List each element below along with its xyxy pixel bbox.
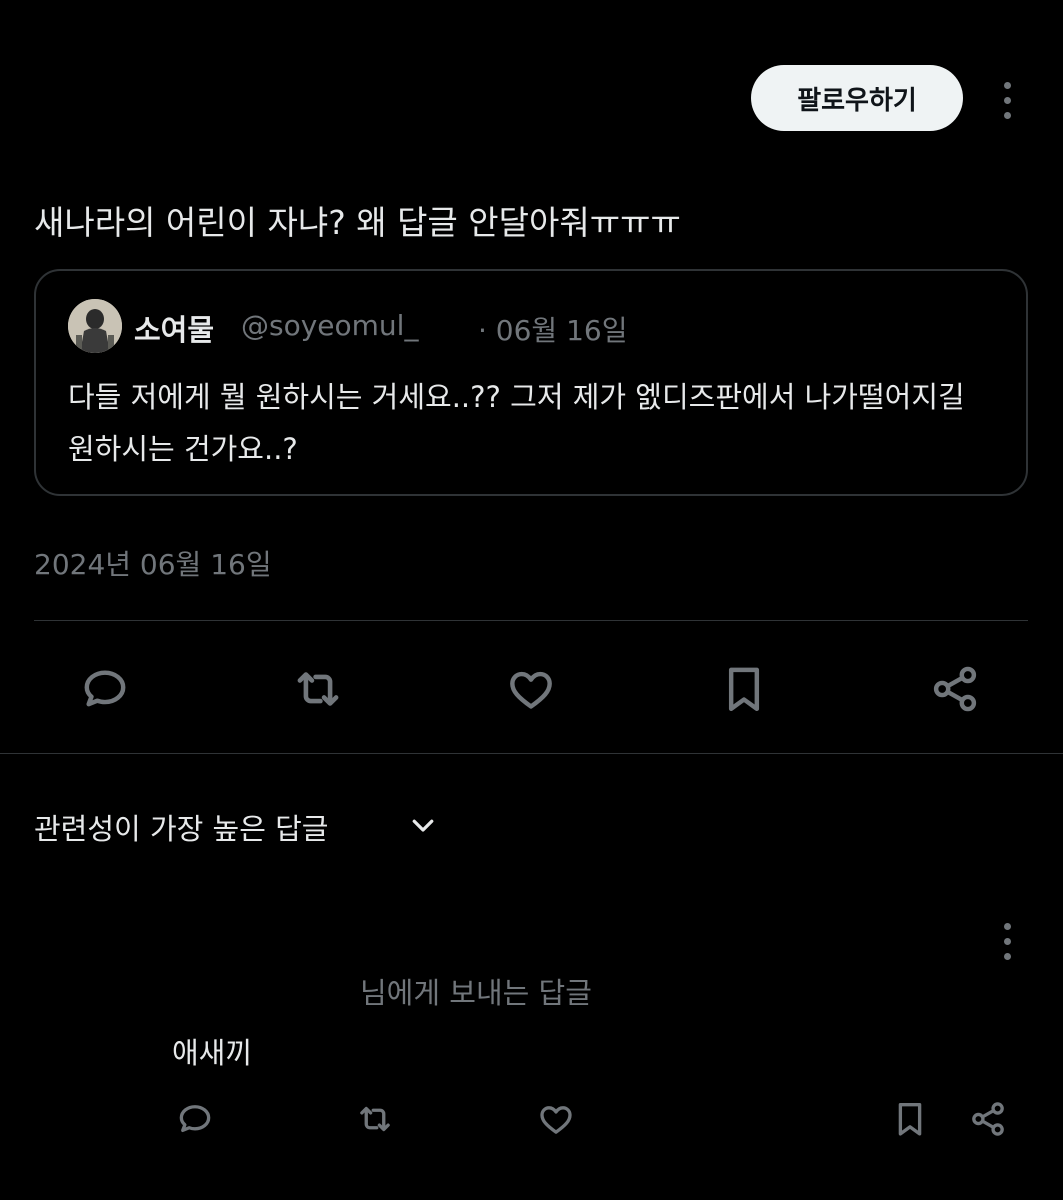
quoted-author-name[interactable]: 소여물 [134, 307, 214, 349]
quoted-post-text: 다들 저에게 뭘 원하시는 거세요..?? 그저 제가 엜디즈판에서 나가떨어지… [68, 380, 965, 466]
bookmark-icon[interactable] [887, 1096, 933, 1142]
post-text: 새나라의 어린이 자냐? 왜 답글 안달아줘ㅠㅠㅠ [34, 203, 681, 242]
reply-text: 애새끼 [172, 1036, 253, 1070]
reply-more-options-icon[interactable] [997, 923, 1017, 960]
retweet-icon[interactable] [285, 656, 351, 722]
like-icon[interactable] [498, 656, 564, 722]
quoted-post-date: · 06월 16일 [478, 314, 628, 347]
reply-context: 님에게 보내는 답글 [360, 976, 592, 1010]
share-icon[interactable] [965, 1096, 1011, 1142]
share-icon[interactable] [922, 656, 988, 722]
more-options-icon[interactable] [997, 82, 1017, 119]
follow-button[interactable]: 팔로우하기 [751, 65, 963, 131]
reply-icon[interactable] [172, 1096, 218, 1142]
like-icon[interactable] [533, 1096, 579, 1142]
reply-sort-label[interactable]: 관련성이 가장 높은 답글 [34, 806, 328, 848]
post-timestamp[interactable]: 2024년 06월 16일 [34, 543, 272, 583]
divider [34, 620, 1028, 621]
quoted-post[interactable]: 소여물 @soyeomul_ · 06월 16일 다들 저에게 뭘 원하시는 거… [34, 269, 1028, 496]
chevron-down-icon[interactable] [408, 810, 438, 840]
section-divider [0, 753, 1063, 754]
bookmark-icon[interactable] [711, 656, 777, 722]
retweet-icon[interactable] [352, 1096, 398, 1142]
avatar[interactable] [68, 299, 122, 353]
quoted-author-handle[interactable]: @soyeomul_ [241, 309, 418, 342]
reply-icon[interactable] [72, 656, 138, 722]
